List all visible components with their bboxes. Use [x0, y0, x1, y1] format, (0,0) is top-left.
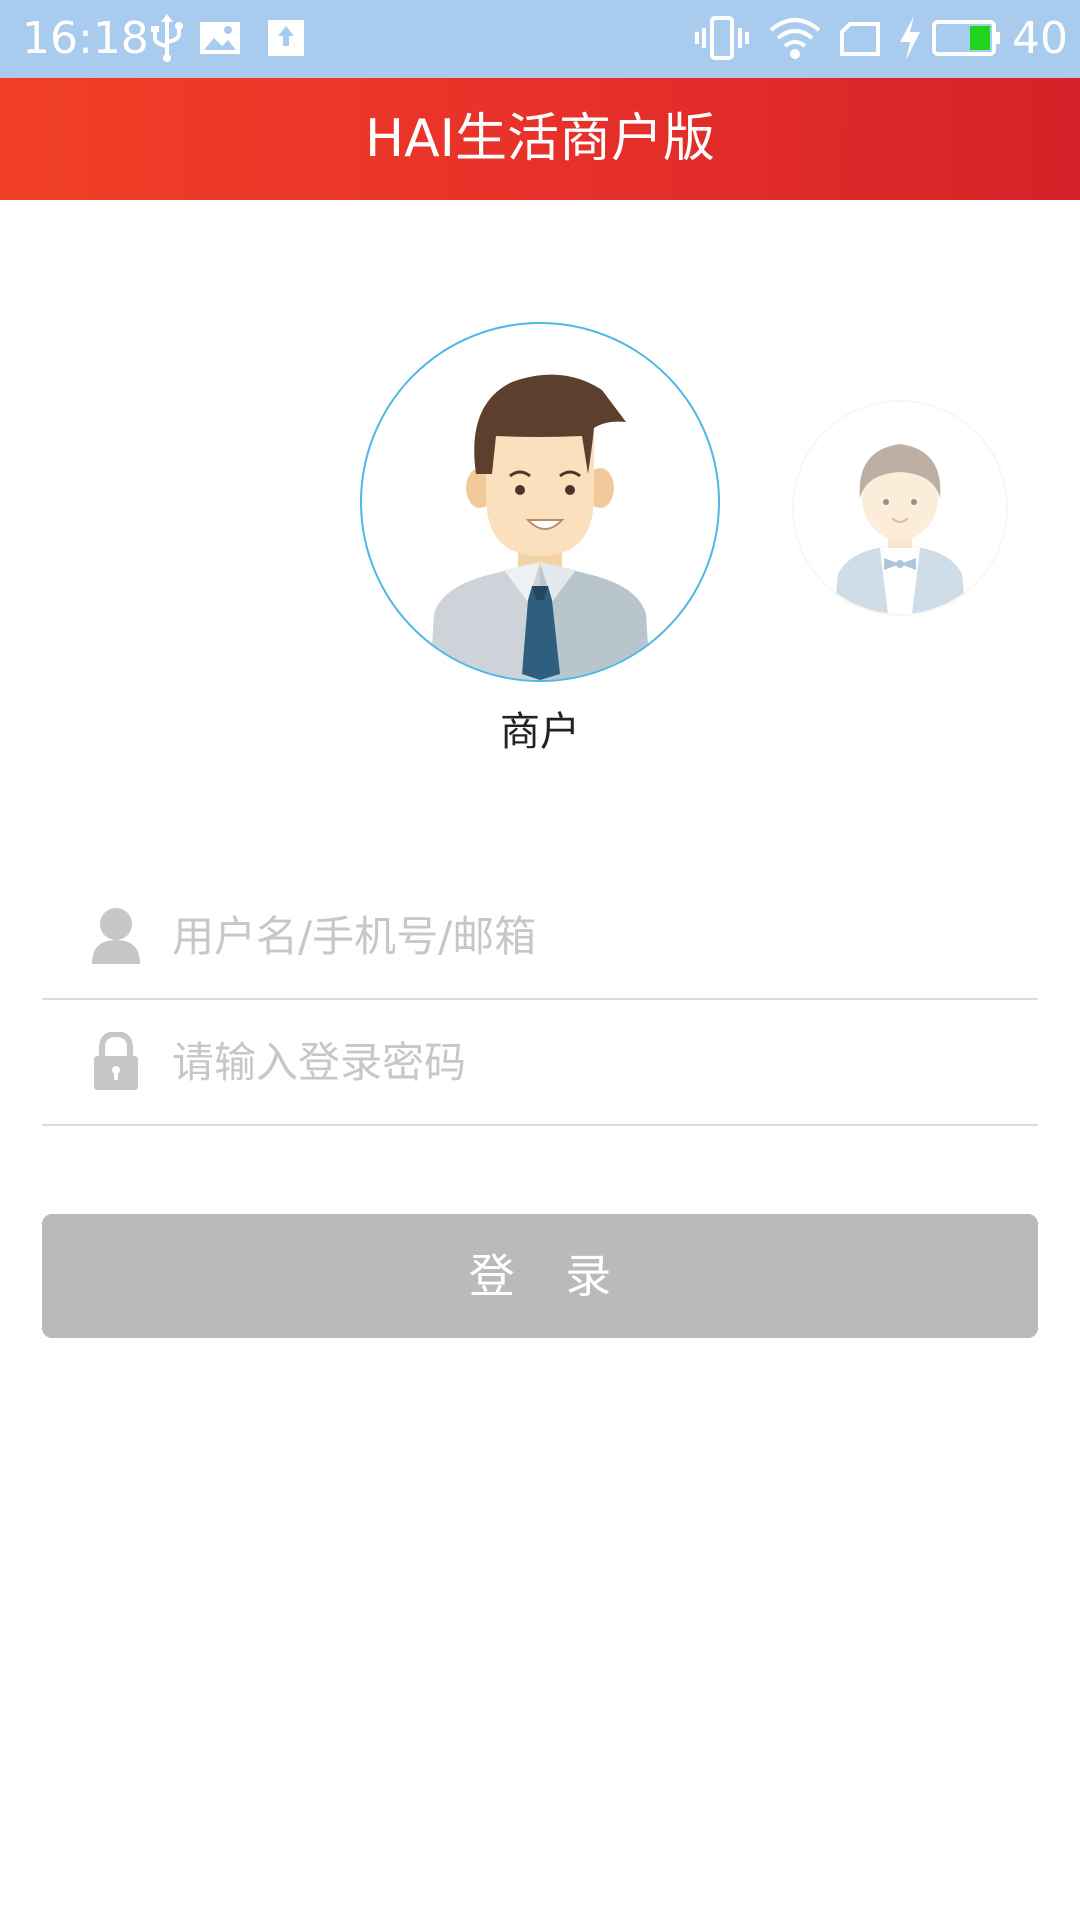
role-label: 商户 [500, 709, 580, 755]
password-row [42, 1002, 1038, 1126]
sim-icon [838, 14, 882, 66]
wifi-icon [768, 14, 822, 66]
battery-level: 40 [1012, 13, 1068, 64]
user-icon [90, 906, 142, 966]
merchant-avatar[interactable] [360, 322, 720, 682]
login-screen: 16:18 40 HAI生活商户版 商户 用户名/手机号/邮箱 登 录 [0, 0, 1080, 1920]
vibrate-icon [694, 14, 750, 66]
status-bar: 16:18 40 [0, 0, 1080, 78]
merchant-figure [430, 374, 650, 680]
image-icon [198, 14, 242, 66]
lock-icon [90, 1030, 142, 1092]
login-button[interactable]: 登 录 [42, 1214, 1038, 1338]
username-input[interactable] [172, 898, 1012, 974]
usb-icon [150, 14, 184, 66]
page-title: HAI生活商户版 [364, 109, 715, 169]
username-row [42, 876, 1038, 1000]
password-input[interactable] [172, 1024, 1012, 1100]
staff-avatar[interactable] [792, 400, 1008, 616]
upload-icon [266, 14, 306, 66]
charging-icon [896, 14, 924, 66]
status-time: 16:18 [22, 13, 149, 64]
app-bar: HAI生活商户版 [0, 78, 1080, 200]
battery-icon [932, 14, 1002, 66]
staff-figure [834, 444, 966, 614]
